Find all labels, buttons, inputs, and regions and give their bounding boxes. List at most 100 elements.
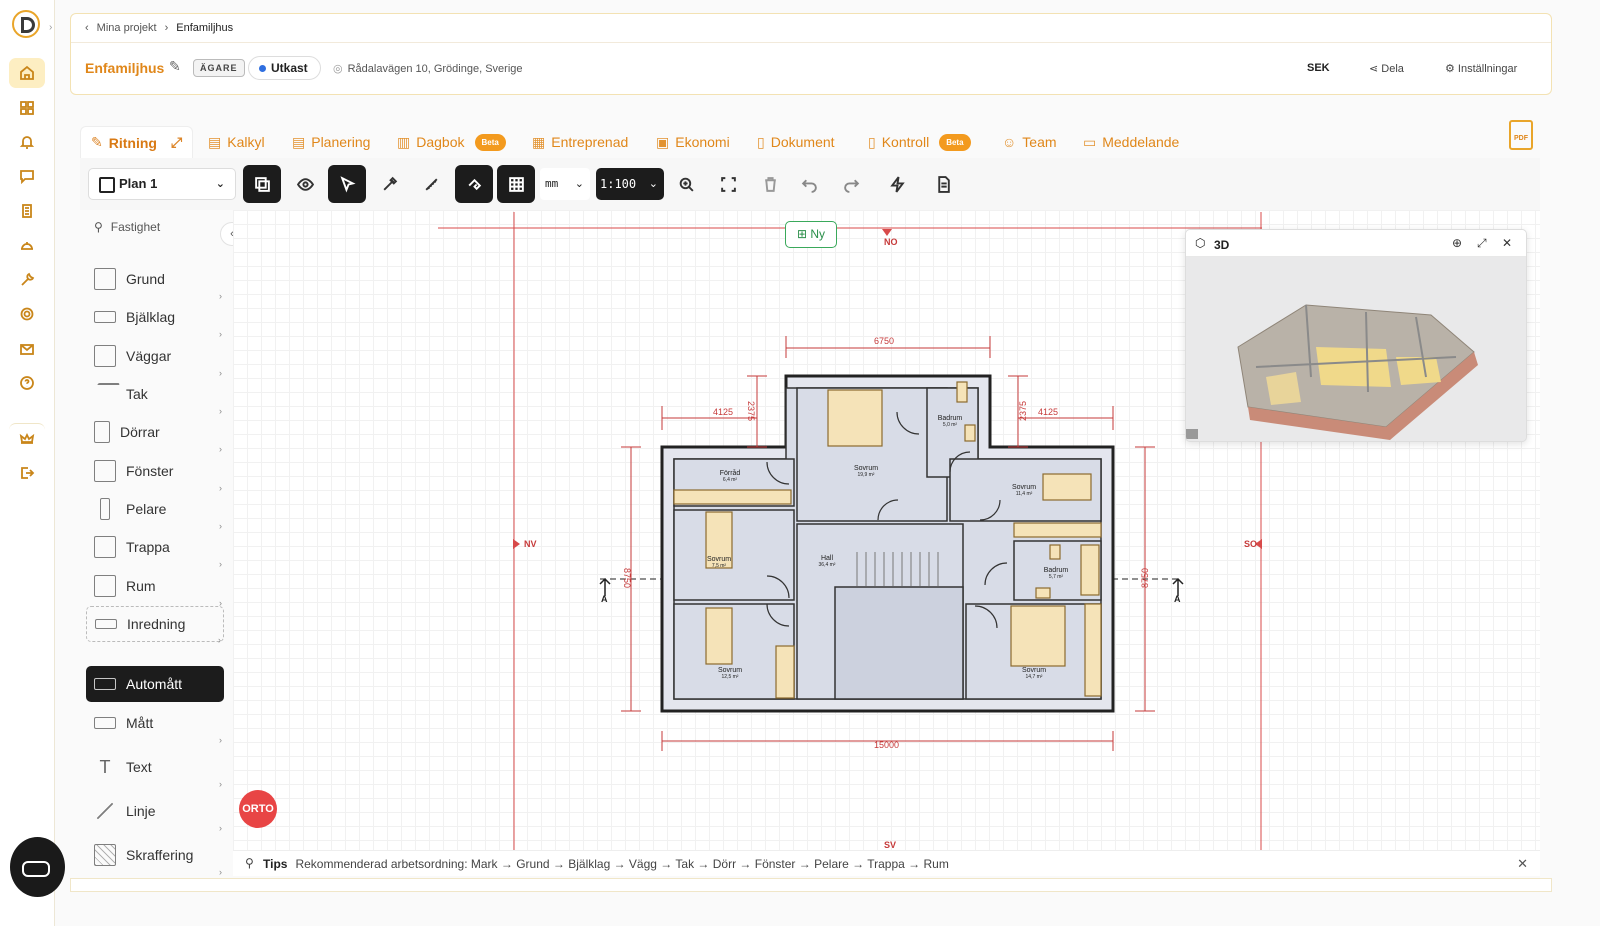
tab-meddelande[interactable]: ▭ Meddelande: [1073, 126, 1189, 158]
mail-icon[interactable]: [9, 334, 45, 364]
3d-model-render: [1186, 257, 1526, 441]
plan-select[interactable]: Plan 1 ⌄: [88, 168, 236, 200]
dashboard-icon[interactable]: [9, 93, 45, 123]
room-label[interactable]: Sovrum 12,5 m²: [715, 667, 745, 680]
beta-badge: Beta: [939, 133, 971, 151]
users-icon: ☺: [1002, 134, 1017, 150]
redo-button[interactable]: [832, 165, 870, 203]
tab-team[interactable]: ☺ Team: [992, 126, 1067, 158]
edit-pencil-icon[interactable]: ✎: [169, 58, 181, 75]
room-label[interactable]: Sovrum 19,9 m²: [851, 465, 881, 478]
3d-preview-panel[interactable]: 3D ⊕ ⤢ ✕: [1185, 229, 1527, 442]
fit-screen-button[interactable]: [709, 165, 747, 203]
tool-linje[interactable]: Linje ›: [86, 793, 224, 833]
sidebar-item-tak[interactable]: Tak ›: [86, 376, 224, 416]
app: › ‹ Mina projekt › Enfamiljhus Enfamiljh…: [0, 0, 1600, 926]
crown-icon[interactable]: [9, 423, 45, 453]
settings-button[interactable]: ⚙ Inställningar: [1445, 62, 1517, 75]
eyedropper-button[interactable]: [370, 165, 408, 203]
grid-toggle-button[interactable]: [497, 165, 535, 203]
direction-so: SO: [1244, 539, 1258, 549]
undo-button[interactable]: [790, 165, 828, 203]
tool-automatt[interactable]: Automått: [86, 666, 224, 702]
expand-icon: ⤢: [170, 134, 183, 150]
tool-text[interactable]: T Text ›: [86, 749, 224, 789]
ruler-button[interactable]: [412, 165, 450, 203]
sidebar-item-pelare[interactable]: Pelare ›: [86, 491, 224, 531]
room-label[interactable]: Hall 36,4 m²: [815, 555, 839, 568]
tool-skraffering[interactable]: Skraffering ›: [86, 837, 224, 877]
chat-icon[interactable]: [9, 161, 45, 191]
room-label[interactable]: Sovrum 14,7 m²: [1019, 667, 1049, 680]
scale-select[interactable]: 1:100 ⌄: [596, 168, 664, 200]
chevron-down-icon: ⌄: [574, 178, 584, 190]
ortho-toggle-button[interactable]: ORTO: [239, 790, 277, 828]
sidebar-item-bjalklag[interactable]: Bjälklag ›: [86, 299, 224, 339]
help-icon[interactable]: [9, 368, 45, 398]
unit-select[interactable]: mm ⌄: [540, 168, 590, 200]
tab-dagbok[interactable]: ▥ Dagbok Beta: [387, 126, 516, 158]
room-label[interactable]: Sovrum 7,5 m²: [705, 556, 733, 569]
app-logo-icon[interactable]: [12, 10, 40, 38]
select-cursor-button[interactable]: [328, 165, 366, 203]
camera-widget-icon[interactable]: [10, 837, 65, 897]
tab-ekonomi[interactable]: ▣ Ekonomi: [646, 126, 740, 158]
tab-planering[interactable]: ▤ Planering: [282, 126, 380, 158]
logout-icon[interactable]: [9, 458, 45, 488]
sidebar-item-vaggar[interactable]: Väggar ›: [86, 338, 224, 378]
stairs-icon: [94, 536, 116, 558]
sidebar-item-dorrar[interactable]: Dörrar ›: [86, 414, 224, 454]
home-icon[interactable]: [9, 58, 45, 88]
lightning-icon[interactable]: [878, 165, 916, 203]
status-badge[interactable]: Utkast: [248, 56, 321, 80]
new-element-button[interactable]: ⊞ Ny: [785, 221, 837, 248]
report-document-button[interactable]: [924, 165, 962, 203]
room-label[interactable]: Sovrum 11,4 m²: [1009, 484, 1039, 497]
building-icon[interactable]: [9, 196, 45, 226]
document-icon: ▯: [757, 133, 765, 150]
chevron-right-icon: ›: [164, 22, 169, 34]
gear-icon: ⚙: [1445, 63, 1458, 75]
currency-label[interactable]: SEK: [1307, 62, 1330, 74]
sidebar-item-fastighet[interactable]: Fastighet: [94, 220, 160, 234]
sidebar-item-inredning[interactable]: Inredning ›: [86, 606, 224, 645]
wall-brick-icon: [94, 345, 116, 367]
chevron-right-icon[interactable]: ›: [49, 22, 52, 33]
delete-trash-button[interactable]: [751, 165, 789, 203]
left-rail: ›: [0, 0, 55, 926]
expand-icon[interactable]: ⤢: [1477, 236, 1487, 251]
snap-magnet-button[interactable]: [455, 165, 493, 203]
tab-kontroll[interactable]: ▯ Kontroll Beta: [858, 126, 981, 158]
tab-entreprenad[interactable]: ▦ Entreprenad: [522, 126, 638, 158]
settings-gear-icon[interactable]: [9, 299, 45, 329]
element-sidebar: Fastighet ‹ Grund› Bjälklag› Väggar› Tak…: [80, 210, 244, 878]
share-button[interactable]: ⋖ Dela: [1369, 62, 1404, 75]
sidebar-item-rum[interactable]: Rum ›: [86, 568, 224, 608]
tips-label: Tips: [263, 857, 288, 871]
pdf-export-icon[interactable]: PDF: [1509, 120, 1533, 150]
sidebar-item-grund[interactable]: Grund ›: [86, 261, 224, 301]
chevron-left-icon[interactable]: ‹: [85, 22, 89, 34]
zoom-in-button[interactable]: [667, 165, 705, 203]
clipboard-icon: ▯: [868, 133, 876, 150]
sidebar-item-fonster[interactable]: Fönster ›: [86, 453, 224, 493]
layers-copy-button[interactable]: [243, 165, 281, 203]
room-label[interactable]: Badrum 5,0 m²: [936, 415, 964, 428]
tab-ritning[interactable]: ✎ Ritning ⤢: [80, 126, 194, 158]
book-icon: ▥: [397, 133, 411, 150]
tool-matt[interactable]: Mått ›: [86, 705, 224, 745]
target-icon[interactable]: ⊕: [1452, 236, 1462, 250]
tab-kalkyl[interactable]: ▤ Kalkyl: [198, 126, 275, 158]
room-label[interactable]: Badrum 5,7 m²: [1041, 567, 1071, 580]
helmet-icon[interactable]: [9, 230, 45, 260]
close-icon[interactable]: ✕: [1502, 236, 1512, 250]
close-tips-icon[interactable]: ✕: [1517, 856, 1528, 872]
eye-visibility-button[interactable]: [286, 165, 324, 203]
sidebar-item-trappa[interactable]: Trappa ›: [86, 529, 224, 569]
wrench-icon[interactable]: [9, 265, 45, 295]
room-label[interactable]: Förråd 6,4 m²: [718, 470, 742, 483]
breadcrumb-parent[interactable]: Mina projekt: [97, 22, 157, 34]
bell-icon[interactable]: [9, 127, 45, 157]
section-marker-left: A: [601, 594, 608, 604]
tab-dokument[interactable]: ▯ Dokument: [747, 126, 845, 158]
